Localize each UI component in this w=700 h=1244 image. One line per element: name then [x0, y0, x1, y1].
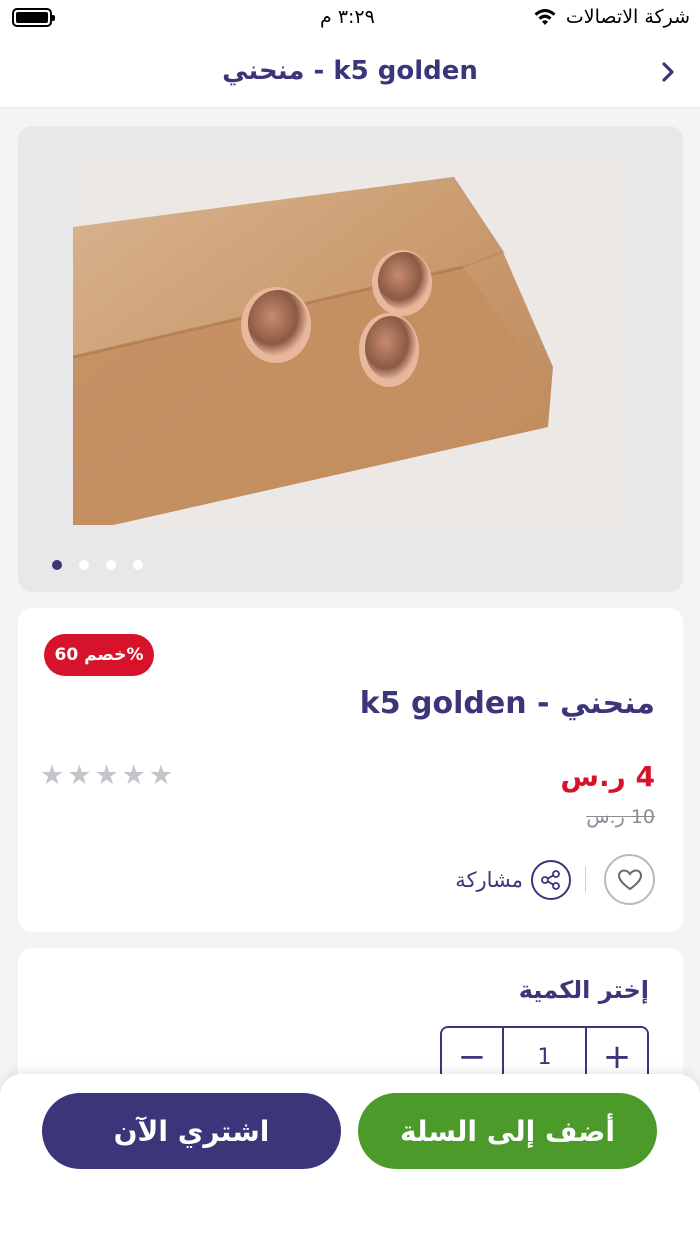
- gallery-pagination[interactable]: [52, 560, 143, 570]
- star-icon[interactable]: ★: [94, 762, 118, 789]
- nav-header: منحني - k5 golden: [0, 36, 700, 108]
- wifi-icon: [534, 9, 556, 25]
- share-icon: [541, 870, 560, 890]
- pagination-dot-1[interactable]: [52, 560, 62, 570]
- page-title: منحني - k5 golden: [222, 56, 478, 86]
- star-icon[interactable]: ★: [67, 762, 91, 789]
- share-button[interactable]: مشاركة: [455, 860, 571, 900]
- buy-now-button[interactable]: اشتري الآن: [42, 1093, 341, 1169]
- share-label: مشاركة: [455, 868, 523, 892]
- earrings-photo: [73, 157, 626, 525]
- pagination-dot-2[interactable]: [79, 560, 89, 570]
- star-icon[interactable]: ★: [149, 762, 173, 789]
- chevron-right-icon[interactable]: [658, 58, 680, 86]
- status-time: ٣:٢٩ م: [320, 6, 375, 28]
- old-price: 10 ر.س: [586, 806, 655, 828]
- favorite-button[interactable]: [604, 854, 655, 905]
- pagination-dot-4[interactable]: [133, 560, 143, 570]
- quantity-label: إختر الكمية: [518, 976, 649, 1004]
- star-icon[interactable]: ★: [122, 762, 146, 789]
- rating-stars[interactable]: ★ ★ ★ ★ ★: [40, 762, 173, 789]
- bottom-action-bar: اشتري الآن أضف إلى السلة: [0, 1074, 700, 1244]
- discount-badge: خصم 60%: [44, 634, 154, 676]
- product-title: منحني - k5 golden: [359, 686, 655, 721]
- star-icon[interactable]: ★: [40, 762, 64, 789]
- carrier-group: شركة الاتصالات: [532, 6, 690, 28]
- pagination-dot-3[interactable]: [106, 560, 116, 570]
- add-to-cart-button[interactable]: أضف إلى السلة: [358, 1093, 657, 1169]
- product-info-card: خصم 60% منحني - k5 golden ★ ★ ★ ★ ★ 4 ر.…: [18, 608, 683, 932]
- action-divider: [585, 866, 586, 892]
- heart-icon: [617, 868, 642, 890]
- battery-icon: [12, 8, 55, 27]
- carrier-name: شركة الاتصالات: [565, 6, 690, 28]
- share-icon-wrap: [531, 860, 571, 900]
- product-gallery[interactable]: [18, 126, 683, 592]
- price: 4 ر.س: [560, 760, 655, 793]
- status-bar: ٣:٢٩ م شركة الاتصالات: [0, 0, 700, 36]
- product-image[interactable]: [73, 157, 626, 525]
